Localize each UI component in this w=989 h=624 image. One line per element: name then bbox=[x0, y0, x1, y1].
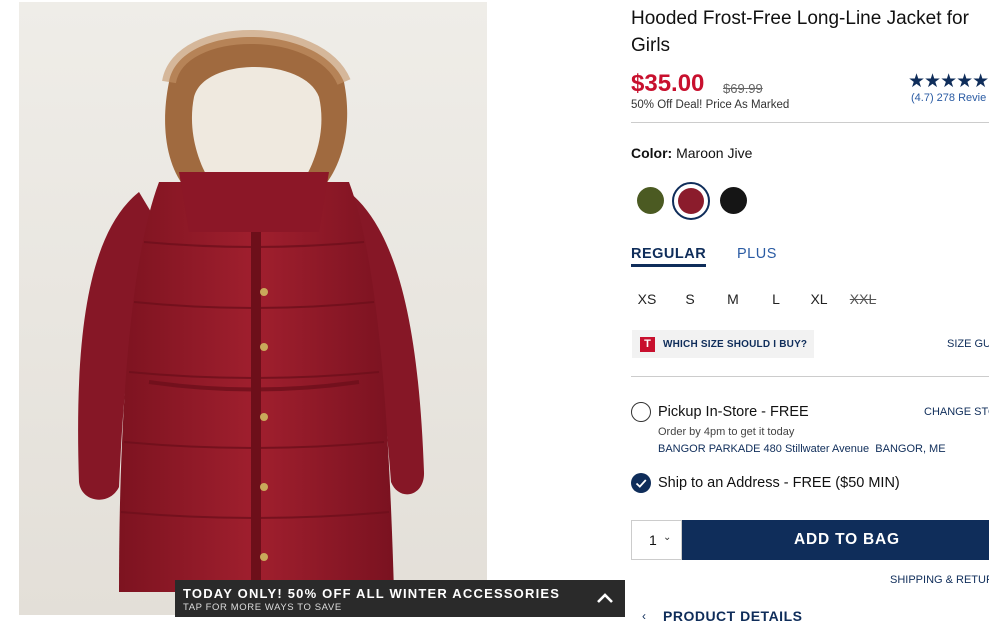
original-price: $69.99 bbox=[723, 81, 763, 96]
product-image[interactable] bbox=[19, 2, 487, 615]
jacket-photo bbox=[19, 2, 487, 615]
add-to-bag-label: ADD TO BAG bbox=[794, 531, 900, 548]
size-helper-label: WHICH SIZE SHOULD I BUY? bbox=[663, 339, 808, 350]
product-title: Hooded Frost-Free Long-Line Jacket for G… bbox=[631, 8, 969, 56]
promo-subtext: TAP FOR MORE WAYS TO SAVE bbox=[183, 602, 342, 613]
divider bbox=[631, 376, 989, 377]
rating-stars-icon[interactable]: ★★★★★ bbox=[908, 70, 989, 93]
promo-banner[interactable]: TODAY ONLY! 50% OFF ALL WINTER ACCESSORI… bbox=[175, 580, 625, 617]
quantity-value: 1 bbox=[649, 532, 657, 548]
selected-color-name: Maroon Jive bbox=[676, 145, 753, 161]
size-m[interactable]: M bbox=[718, 291, 748, 307]
size-helper-button[interactable]: T WHICH SIZE SHOULD I BUY? bbox=[632, 330, 814, 358]
deal-text: 50% Off Deal! Price As Marked bbox=[631, 99, 790, 111]
size-xs[interactable]: XS bbox=[632, 291, 662, 307]
store-name[interactable]: BANGOR PARKADE 480 Stillwater Avenue bbox=[658, 443, 869, 455]
order-by-text: Order by 4pm to get it today bbox=[658, 426, 795, 438]
size-helper-icon: T bbox=[640, 337, 655, 352]
color-label: Color: Maroon Jive bbox=[631, 145, 752, 161]
ship-label[interactable]: Ship to an Address - FREE ($50 MIN) bbox=[658, 475, 900, 491]
shipping-returns-link[interactable]: SHIPPING & RETUR bbox=[890, 574, 989, 586]
add-to-bag-button[interactable]: ADD TO BAG bbox=[682, 520, 989, 560]
pickup-label[interactable]: Pickup In-Store - FREE bbox=[658, 404, 809, 420]
change-store-link[interactable]: CHANGE STO bbox=[924, 406, 989, 418]
store-city[interactable]: BANGOR, ME bbox=[875, 443, 945, 455]
size-xl[interactable]: XL bbox=[804, 291, 834, 307]
size-guide-link[interactable]: SIZE GU bbox=[947, 338, 989, 350]
checkmark-icon bbox=[635, 479, 647, 488]
size-l[interactable]: L bbox=[761, 291, 791, 307]
quantity-select[interactable]: 1 ⌄ bbox=[631, 520, 682, 560]
chevron-left-icon: ‹ bbox=[642, 609, 646, 623]
chevron-up-icon[interactable] bbox=[595, 589, 615, 609]
product-details-toggle[interactable]: PRODUCT DETAILS bbox=[663, 608, 802, 624]
chevron-down-icon: ⌄ bbox=[663, 532, 672, 543]
tab-regular[interactable]: REGULAR bbox=[631, 246, 707, 267]
size-xxl-unavailable[interactable]: XXL bbox=[848, 291, 878, 307]
pickup-radio[interactable] bbox=[631, 402, 651, 422]
color-label-prefix: Color: bbox=[631, 145, 673, 161]
swatch-olive[interactable] bbox=[637, 187, 664, 214]
swatch-black[interactable] bbox=[720, 187, 747, 214]
sale-price: $35.00 bbox=[631, 70, 705, 97]
divider bbox=[631, 122, 989, 123]
promo-headline: TODAY ONLY! 50% OFF ALL WINTER ACCESSORI… bbox=[183, 586, 561, 601]
reviews-link[interactable]: (4.7) 278 Revie bbox=[911, 92, 986, 104]
ship-radio-selected[interactable] bbox=[631, 473, 651, 493]
swatch-maroon-fill bbox=[678, 188, 704, 214]
store-address[interactable]: BANGOR PARKADE 480 Stillwater Avenue BAN… bbox=[658, 443, 946, 455]
size-s[interactable]: S bbox=[675, 291, 705, 307]
swatch-maroon-selected[interactable] bbox=[672, 182, 710, 220]
tab-plus[interactable]: PLUS bbox=[737, 246, 777, 262]
